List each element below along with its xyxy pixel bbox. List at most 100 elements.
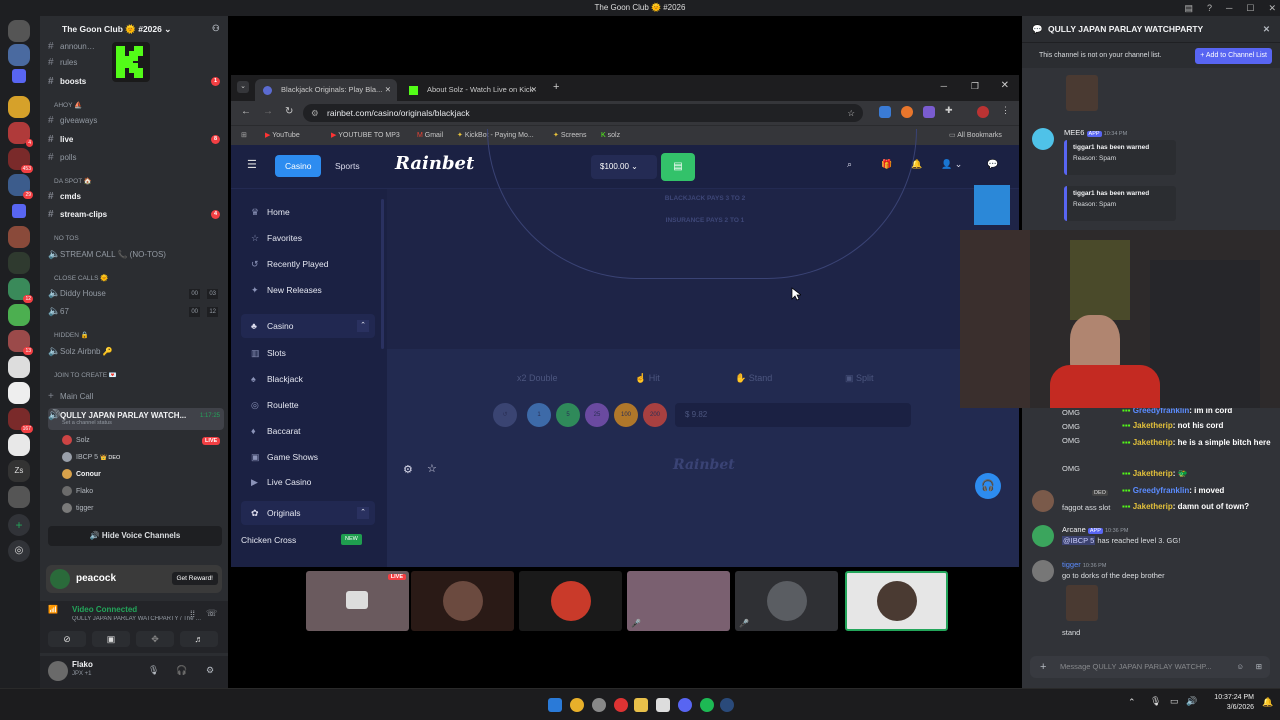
disconnect-icon[interactable]: ☏	[206, 608, 217, 619]
server-icon[interactable]	[8, 486, 30, 508]
back-icon[interactable]: ←	[241, 106, 251, 117]
close-tab-icon[interactable]: ✕	[531, 79, 537, 101]
steam-icon[interactable]	[720, 698, 734, 712]
nav-home[interactable]: ♛ Home	[241, 200, 379, 224]
hide-voice-channels-button[interactable]: 🔊 Hide Voice Channels	[48, 526, 222, 546]
clock[interactable]: 10:37:24 PM 3/6/2026	[1200, 693, 1254, 713]
add-to-channel-list-button[interactable]: + Add to Channel List	[1195, 48, 1272, 64]
author-name[interactable]: MEE6	[1064, 128, 1084, 137]
nav-casino-section[interactable]: ♣ Casino ⌃	[241, 314, 375, 338]
extension-icon[interactable]	[879, 106, 891, 118]
avatar[interactable]	[1032, 490, 1054, 512]
all-bookmarks[interactable]: ▭ All Bookmarks	[949, 129, 1002, 143]
sidebar-scrollbar[interactable]	[381, 199, 384, 349]
server-icon[interactable]	[8, 226, 30, 248]
close-button[interactable]: ✕	[1001, 80, 1009, 91]
tab-blackjack[interactable]: Blackjack Originals: Play Bla... ✕	[255, 79, 397, 101]
volume-icon[interactable]: 🔊	[1186, 696, 1197, 707]
rainbet-logo[interactable]: Rainbet	[395, 153, 474, 174]
minimize-button[interactable]: ─	[1226, 0, 1232, 16]
bet-amount-input[interactable]: $ 9.82	[675, 403, 911, 427]
arcane-avatar[interactable]	[1032, 525, 1054, 547]
collapse-icon[interactable]: ⌃	[357, 320, 369, 332]
network-icon[interactable]: ▭	[1170, 696, 1179, 707]
stand-button[interactable]: ✋ Stand	[735, 373, 772, 384]
close-chat-icon[interactable]: ✕	[1263, 16, 1270, 42]
mee6-avatar[interactable]	[1032, 128, 1054, 150]
nav-live-casino[interactable]: ▶ Live Casino	[241, 470, 379, 494]
promo-banner[interactable]: peacock Get Reward!	[46, 565, 222, 593]
voice-user[interactable]: tigger	[62, 502, 94, 516]
forward-icon[interactable]: →	[263, 106, 273, 117]
server-icon[interactable]: 453	[8, 148, 33, 173]
address-bar[interactable]: ⚙ rainbet.com/casino/originals/blackjack…	[303, 104, 863, 122]
author-name[interactable]: Arcane	[1062, 525, 1086, 534]
emoji-icon[interactable]: ☺	[1236, 656, 1244, 678]
collapse-icon[interactable]: ⌃	[357, 507, 369, 519]
get-reward-button[interactable]: Get Reward!	[171, 572, 218, 585]
close-button[interactable]: ✕	[1268, 0, 1276, 16]
channel-status[interactable]: Set a channel status	[62, 418, 112, 428]
settings-gear-icon[interactable]: ⚙	[206, 665, 214, 676]
nav-blackjack[interactable]: ♠ Blackjack	[241, 367, 379, 391]
voice-tile[interactable]: 🎤	[735, 571, 838, 631]
channel-item[interactable]: # giveaways	[48, 113, 224, 129]
spotify-icon[interactable]	[700, 698, 714, 712]
add-server-icon[interactable]: +	[8, 514, 30, 536]
attach-plus-icon[interactable]: +	[1040, 656, 1046, 678]
nav-game-shows[interactable]: ▣ Game Shows	[241, 445, 379, 469]
app-icon[interactable]	[614, 698, 628, 712]
image-attachment[interactable]	[1066, 585, 1098, 621]
channel-item[interactable]: # stream-clips 4	[48, 207, 224, 223]
voice-status-channel[interactable]: QULLY JAPAN PARLAY WATCHPARTY / The Goon…	[72, 616, 202, 622]
server-icon[interactable]	[8, 96, 30, 118]
voice-user[interactable]: Conour	[62, 468, 101, 482]
nav-favorites[interactable]: ☆ Favorites	[241, 226, 379, 250]
channel-item[interactable]: # announ…	[48, 39, 224, 55]
add-member-icon[interactable]: ⚇	[212, 23, 220, 34]
server-icon[interactable]	[8, 304, 30, 326]
screenshare-button[interactable]: ▣	[92, 631, 130, 647]
server-icon[interactable]: 13	[8, 330, 33, 355]
minimize-button[interactable]: ─	[941, 81, 947, 91]
image-attachment[interactable]	[1066, 75, 1098, 111]
favorite-star-icon[interactable]: ☆	[427, 462, 437, 475]
channel-item[interactable]: # boosts 1	[48, 74, 224, 90]
voice-tile[interactable]	[411, 571, 514, 631]
channel-item[interactable]: # cmds	[48, 189, 224, 205]
nav-originals-section[interactable]: ✿ Originals ⌃	[241, 501, 375, 525]
chip-100[interactable]: 100	[614, 403, 638, 427]
camera-off-button[interactable]: ⊘	[48, 631, 86, 647]
server-icon[interactable]: 12	[8, 278, 33, 303]
double-button[interactable]: x2 Double	[517, 373, 558, 383]
activities-button[interactable]: ✥	[136, 631, 174, 647]
category-header[interactable]: HIDDEN 🔒	[54, 331, 89, 339]
profile-avatar[interactable]	[977, 106, 989, 118]
server-icon[interactable]: Zs	[8, 460, 30, 482]
tray-chevron-icon[interactable]: ⌃	[1128, 697, 1136, 708]
voice-user[interactable]: Solz LIVE	[62, 434, 221, 448]
app-icon[interactable]	[592, 698, 606, 712]
voice-channel[interactable]: 🔈STREAM CALL 📞 (NO-TOS)	[48, 247, 224, 263]
sports-toggle[interactable]: Sports	[335, 155, 360, 177]
chip-25[interactable]: 25	[585, 403, 609, 427]
help-icon[interactable]: ?	[1207, 0, 1212, 16]
microphone-icon[interactable]: 🎙	[1150, 696, 1161, 707]
server-icon[interactable]	[8, 252, 30, 274]
channel-item[interactable]: # polls	[48, 150, 224, 166]
user-mention[interactable]: @IBCP 5	[1062, 536, 1096, 545]
channel-item[interactable]: # rules	[48, 55, 224, 71]
site-info-icon[interactable]: ⚙	[311, 104, 319, 122]
file-explorer-icon[interactable]	[634, 698, 648, 712]
start-icon[interactable]	[548, 698, 562, 712]
server-icon[interactable]	[8, 434, 30, 456]
author-name[interactable]: tigger	[1062, 560, 1081, 569]
server-icon[interactable]	[8, 20, 30, 42]
server-icon[interactable]	[8, 356, 30, 378]
notification-bell-icon[interactable]: 🔔	[1262, 697, 1273, 708]
apps-icon[interactable]: ⊞	[1256, 656, 1262, 678]
server-icon[interactable]: 29	[8, 174, 33, 199]
split-button[interactable]: ▣ Split	[845, 373, 874, 384]
inbox-icon[interactable]: ▤	[1184, 0, 1193, 16]
voice-channel[interactable]: 🔈Solz Airbnb 🔑	[48, 344, 224, 360]
